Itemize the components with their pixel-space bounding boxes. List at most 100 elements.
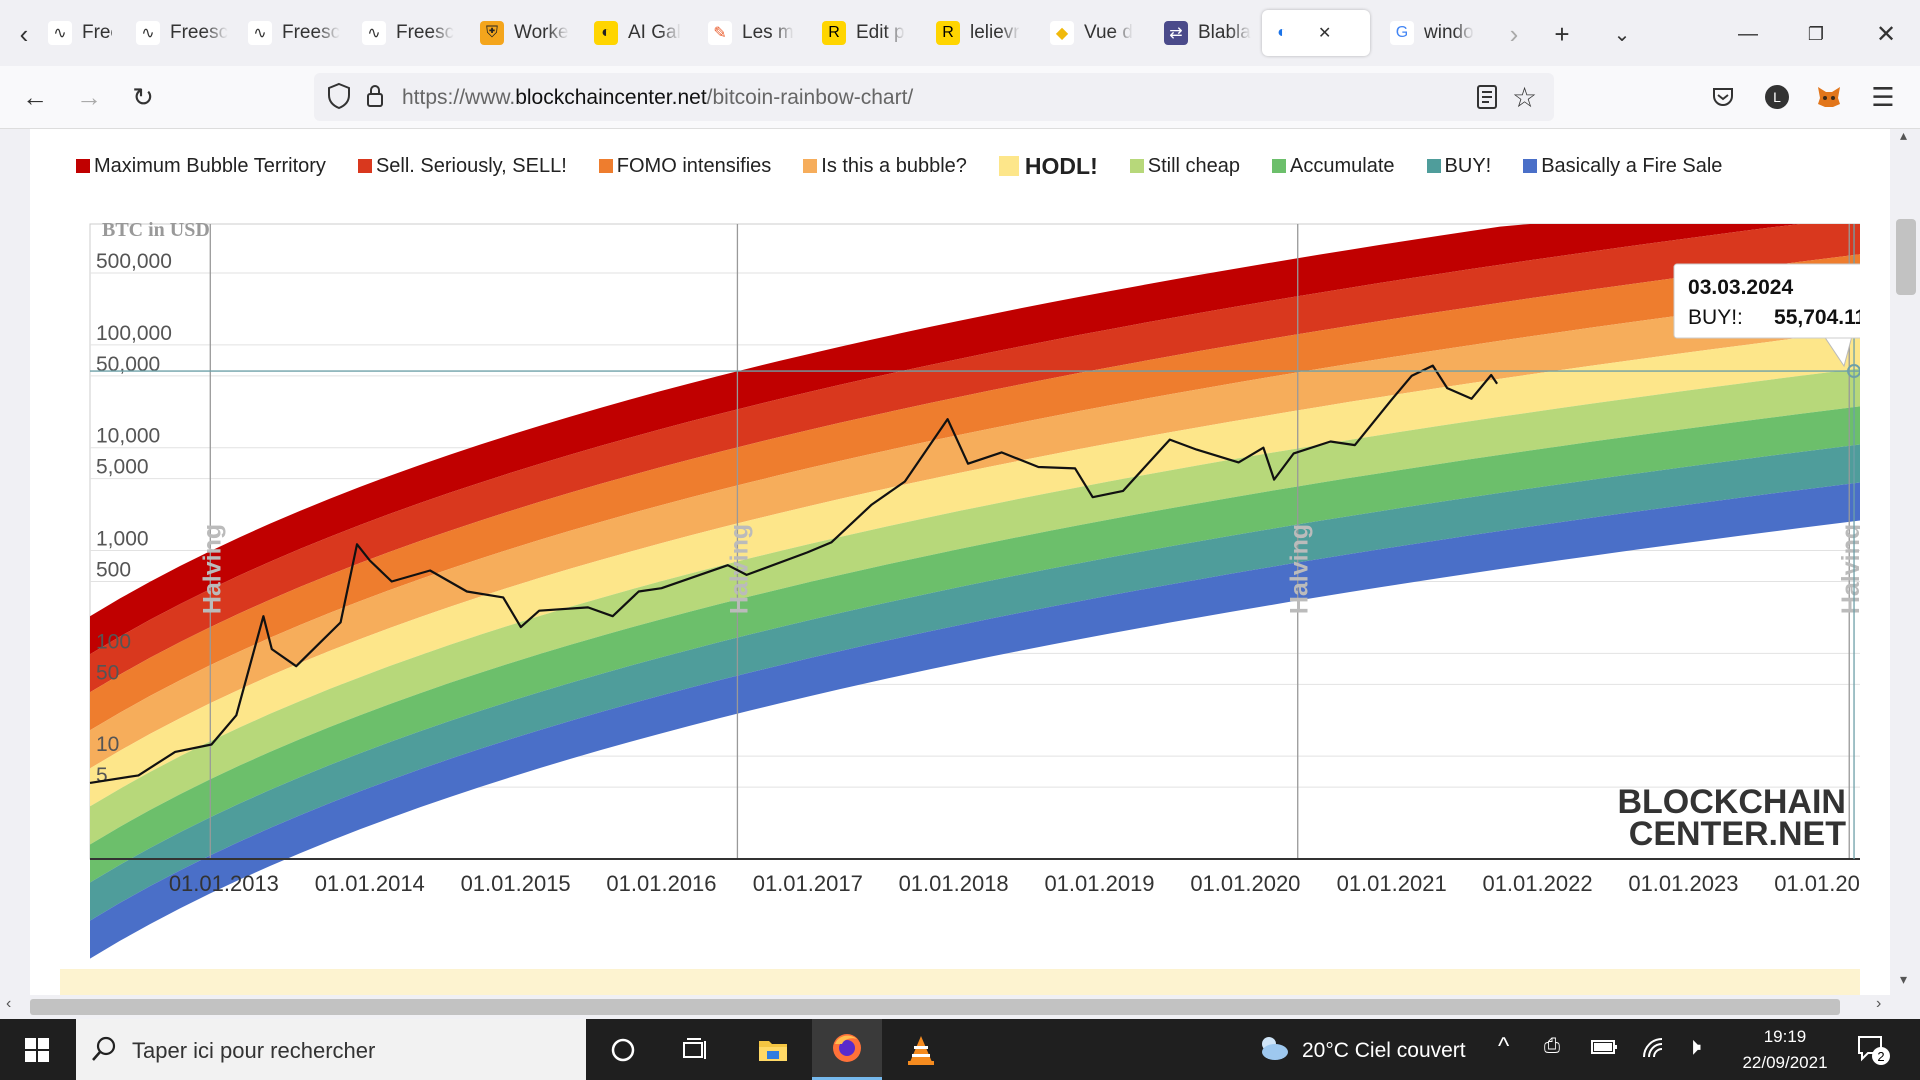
y-tick-label: 10 bbox=[96, 733, 119, 756]
waveform-icon: ∿ bbox=[136, 21, 160, 45]
tab-1[interactable]: ∿ Freesc bbox=[128, 10, 228, 56]
legend-item[interactable]: Maximum Bubble Territory bbox=[76, 155, 326, 178]
y-tick-label: 100 bbox=[96, 630, 131, 653]
tab-9[interactable]: ◆ Vue d bbox=[1042, 10, 1142, 56]
minimize-window-button[interactable]: — bbox=[1728, 14, 1768, 54]
scroll-left-icon[interactable]: ‹ bbox=[6, 995, 11, 1013]
cortana-button[interactable] bbox=[588, 1019, 658, 1080]
volume-icon[interactable]: 🕨 bbox=[1686, 1033, 1701, 1061]
meet-now-icon[interactable]: ⎙ bbox=[1544, 1035, 1560, 1058]
weather-cloud-icon[interactable] bbox=[1256, 1034, 1290, 1067]
notification-center-button[interactable]: 2 bbox=[1856, 1033, 1890, 1068]
search-icon bbox=[90, 1035, 118, 1068]
tab-7[interactable]: R Edit p bbox=[814, 10, 914, 56]
y-tick-label: 500 bbox=[96, 559, 131, 582]
tab-label: Worke bbox=[514, 22, 569, 43]
vertical-scrollbar[interactable]: ▴ ▾ bbox=[1892, 127, 1920, 995]
notification-count-badge: 2 bbox=[1872, 1047, 1890, 1065]
tab-bar: ‹ ∿ Freesc ∿ Freesc ∿ Freesc ∿ Freesc ⛨ Worke ◐ AI … bbox=[0, 0, 1920, 66]
google-icon: G bbox=[1390, 21, 1414, 45]
tab-0[interactable]: ∿ Freesc bbox=[40, 10, 112, 56]
x-tick-label: 01.01.2023 bbox=[1628, 871, 1738, 896]
vlc-taskbar-button[interactable] bbox=[886, 1019, 956, 1080]
tooltip-label: BUY!: bbox=[1688, 306, 1743, 329]
pen-icon: ✎ bbox=[708, 21, 732, 45]
rainbow-legend: Maximum Bubble Territory Sell. Seriously,… bbox=[76, 151, 1754, 181]
bitcoin-rainbow-chart[interactable]: BTC in USD 500,000 100,000 50,000 10,000 5,00… bbox=[60, 189, 1860, 969]
file-explorer-button[interactable] bbox=[738, 1019, 808, 1080]
tracking-shield-icon[interactable] bbox=[324, 81, 354, 116]
tab-scroll-right-icon[interactable]: › bbox=[1494, 14, 1534, 54]
horizontal-scroll-thumb[interactable] bbox=[30, 999, 1840, 1015]
vertical-scroll-thumb[interactable] bbox=[1896, 219, 1916, 295]
horizontal-scrollbar[interactable]: ‹ › bbox=[0, 995, 1920, 1019]
app-menu-icon[interactable]: ☰ bbox=[1862, 76, 1904, 118]
back-button[interactable]: ← bbox=[14, 76, 56, 118]
scroll-right-icon[interactable]: › bbox=[1876, 995, 1881, 1013]
tab-8[interactable]: Rlelievr bbox=[928, 10, 1028, 56]
reload-button[interactable]: ↻ bbox=[122, 76, 164, 118]
task-view-button[interactable] bbox=[660, 1019, 730, 1080]
binance-icon: ◆ bbox=[1050, 21, 1074, 45]
weather-text[interactable]: 20°C Ciel couvert bbox=[1302, 1039, 1466, 1063]
taskbar-search-box[interactable]: Taper ici pour rechercher bbox=[76, 1019, 586, 1080]
legend-swatch bbox=[998, 156, 1019, 176]
legend-item[interactable]: BUY! bbox=[1426, 155, 1491, 178]
tab-12[interactable]: Gwindo bbox=[1382, 10, 1482, 56]
legend-item[interactable]: Accumulate bbox=[1272, 155, 1395, 178]
pocket-icon[interactable] bbox=[1702, 76, 1744, 118]
waveform-icon: ∿ bbox=[48, 21, 72, 45]
tab-label: Freesc bbox=[282, 22, 340, 43]
legend-item[interactable]: Is this a bubble? bbox=[803, 155, 967, 178]
tab-5[interactable]: ◐ AI Gal bbox=[586, 10, 686, 56]
chat-icon: ⇄ bbox=[1164, 21, 1188, 45]
x-tick-label: 01.01.2024 bbox=[1774, 871, 1860, 896]
show-hidden-icons-icon[interactable]: ^ bbox=[1498, 1033, 1509, 1061]
new-tab-button[interactable]: + bbox=[1542, 14, 1582, 54]
legend-swatch bbox=[76, 159, 90, 173]
navigation-toolbar: ← → ↻ https://www.blockchaincenter.net/b… bbox=[0, 66, 1920, 129]
clock[interactable]: 19:19 22/09/2021 bbox=[1730, 1027, 1840, 1073]
scroll-up-icon[interactable]: ▴ bbox=[1900, 127, 1907, 144]
wifi-icon[interactable] bbox=[1640, 1035, 1668, 1066]
y-tick-label: 100,000 bbox=[96, 322, 172, 345]
url-text[interactable]: https://www.blockchaincenter.net/bitcoin… bbox=[402, 86, 913, 110]
start-button[interactable] bbox=[2, 1019, 72, 1080]
list-all-tabs-icon[interactable]: ⌄ bbox=[1602, 14, 1642, 54]
y-tick-label: 5,000 bbox=[96, 456, 149, 479]
tab-10[interactable]: ⇄ Blabla bbox=[1156, 10, 1256, 56]
tab-4[interactable]: ⛨ Worke bbox=[472, 10, 572, 56]
restore-window-button[interactable]: ❐ bbox=[1796, 14, 1836, 54]
tab-3[interactable]: ∿ Freesc bbox=[354, 10, 454, 56]
legend-item[interactable]: Basically a Fire Sale bbox=[1523, 155, 1722, 178]
logo-line-2: CENTER.NET bbox=[1629, 815, 1846, 853]
tab-scroll-left-icon[interactable]: ‹ bbox=[4, 14, 44, 54]
forward-button[interactable]: → bbox=[68, 76, 110, 118]
close-window-button[interactable]: ✕ bbox=[1866, 14, 1906, 54]
bookmark-star-icon[interactable]: ☆ bbox=[1512, 81, 1537, 114]
tab-11[interactable]: ◐ ✕ bbox=[1262, 10, 1370, 56]
legend-item[interactable]: Still cheap bbox=[1129, 155, 1240, 178]
y-axis-label: BTC in USD bbox=[102, 219, 210, 241]
legend-item[interactable]: HODL! bbox=[998, 153, 1098, 180]
tab-2[interactable]: ∿ Freesc bbox=[240, 10, 340, 56]
reader-view-icon[interactable] bbox=[1474, 83, 1500, 116]
battery-icon[interactable] bbox=[1590, 1037, 1620, 1062]
account-avatar[interactable]: L bbox=[1756, 76, 1798, 118]
halving-label: Halving bbox=[1286, 524, 1314, 614]
metamask-extension-icon[interactable] bbox=[1808, 76, 1850, 118]
close-tab-icon[interactable]: ✕ bbox=[1318, 23, 1331, 43]
tab-label: Blabla bbox=[1198, 22, 1251, 43]
legend-item[interactable]: FOMO intensifies bbox=[598, 155, 771, 178]
tooltip-value: 55,704.11 $ bbox=[1774, 306, 1860, 329]
legend-item[interactable]: Sell. Seriously, SELL! bbox=[357, 155, 567, 178]
legend-swatch bbox=[1523, 159, 1538, 173]
y-tick-label: 500,000 bbox=[96, 250, 172, 273]
x-tick-label: 01.01.2015 bbox=[461, 871, 571, 896]
scroll-down-icon[interactable]: ▾ bbox=[1900, 971, 1907, 988]
address-bar[interactable]: https://www.blockchaincenter.net/bitcoin… bbox=[314, 73, 1554, 121]
firefox-taskbar-button[interactable] bbox=[812, 1019, 882, 1080]
tab-6[interactable]: ✎ Les m bbox=[700, 10, 800, 56]
lock-icon[interactable] bbox=[360, 81, 390, 116]
x-tick-label: 01.01.2017 bbox=[753, 871, 863, 896]
